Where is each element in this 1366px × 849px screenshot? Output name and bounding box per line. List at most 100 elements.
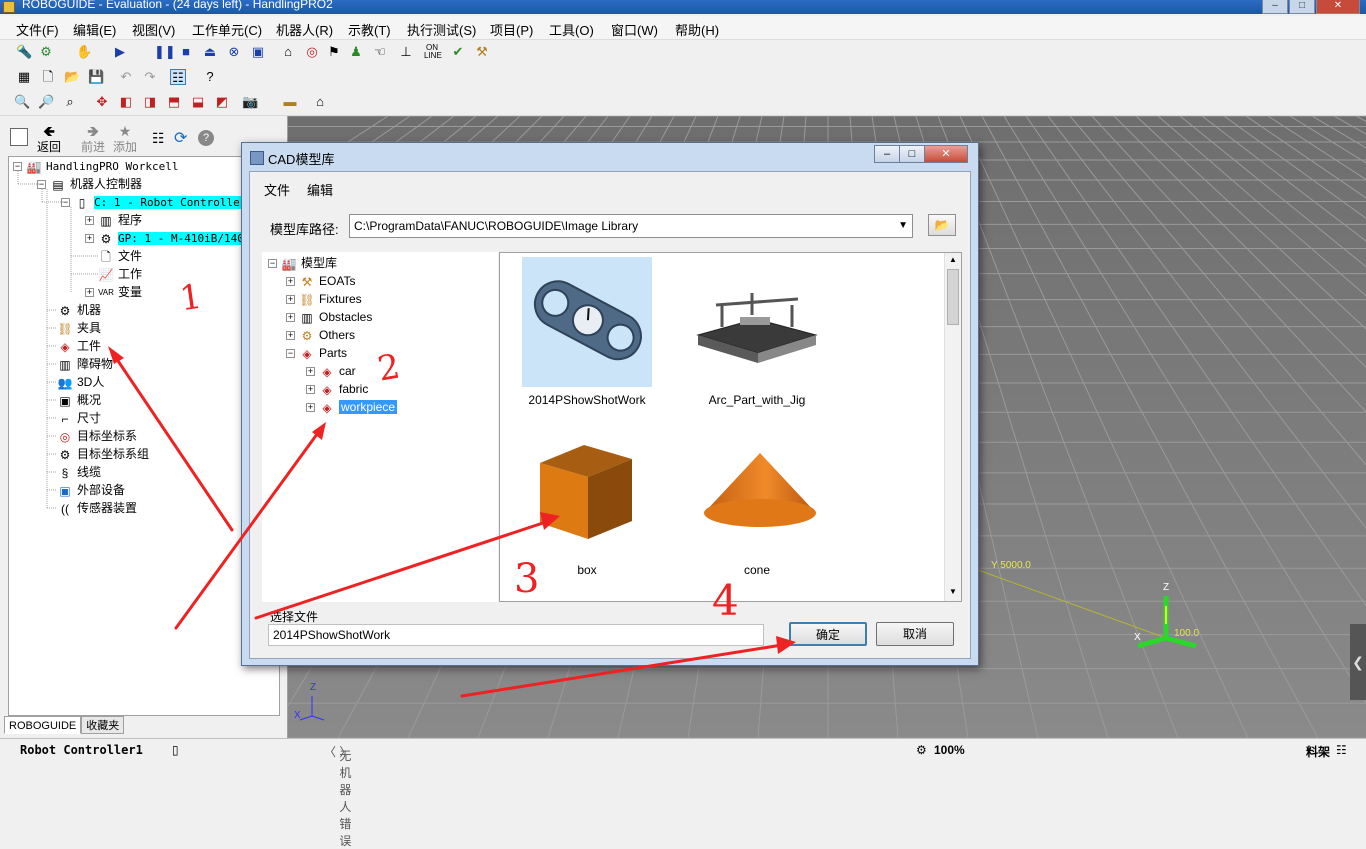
gallery-item-shot-work[interactable]: [522, 257, 652, 387]
tree-toggle-icon[interactable]: ☷: [170, 69, 186, 85]
record-icon[interactable]: ▣: [250, 44, 266, 60]
tree-part[interactable]: ◈ 工件: [57, 337, 101, 355]
person-icon[interactable]: ♟: [348, 44, 364, 60]
add-button[interactable]: ★ 添加: [110, 124, 140, 155]
workcell-icon[interactable]: ⌂: [280, 44, 296, 60]
lib-parts[interactable]: − ◈ Parts: [286, 344, 347, 362]
menu-file[interactable]: 文件(F): [16, 20, 59, 39]
tree-root[interactable]: − 🏭 HandlingPRO Workcell: [13, 157, 178, 175]
gallery-item-cone[interactable]: [692, 429, 822, 559]
tree-dimension[interactable]: ⌐ 尺寸: [57, 409, 101, 427]
tree-work[interactable]: 📈 工作: [98, 265, 143, 283]
tree-icon[interactable]: ☷: [152, 130, 165, 147]
dialog-close-button[interactable]: ✕: [924, 145, 968, 163]
mouse-icon[interactable]: ⌂: [312, 94, 328, 110]
play-icon[interactable]: ▶: [112, 44, 128, 60]
scroll-down-icon[interactable]: ▼: [949, 587, 957, 596]
tree-controller[interactable]: − ▯ C: 1 - Robot Controller1: [61, 193, 253, 211]
view-iso2-icon[interactable]: ◩: [214, 94, 230, 110]
lib-others[interactable]: + ⚙ Others: [286, 326, 355, 344]
new-file-icon[interactable]: 🗋: [40, 69, 56, 85]
menu-tools[interactable]: 工具(O): [549, 20, 594, 39]
tree-external-device[interactable]: ▣ 外部设备: [57, 481, 125, 499]
lib-eoats[interactable]: + ⚒ EOATs: [286, 272, 355, 290]
gallery-item-arc-part[interactable]: [692, 257, 822, 387]
zoom-out-icon[interactable]: 🔎: [38, 94, 54, 110]
camera-icon[interactable]: 📷: [242, 94, 258, 110]
dialog-minimize-button[interactable]: –: [874, 145, 900, 163]
help-circle-icon[interactable]: ?: [198, 130, 214, 146]
tab-roboguide[interactable]: ROBOGUIDE: [4, 716, 82, 734]
maximize-button[interactable]: □: [1289, 0, 1315, 14]
gesture-icon[interactable]: ☜: [372, 44, 388, 60]
undo-icon[interactable]: ↶: [118, 69, 134, 85]
tree-sensor[interactable]: ((传感器装置: [57, 499, 137, 517]
tree-target-frame-group[interactable]: ⚙ 目标坐标系组: [57, 445, 149, 463]
zoom-window-icon[interactable]: ⌕: [62, 94, 78, 110]
tree-human[interactable]: 👥 3D人: [57, 373, 105, 391]
measure-icon[interactable]: ⊥: [398, 44, 414, 60]
layout-icon[interactable]: [10, 128, 28, 146]
hand-icon[interactable]: ✋: [76, 44, 92, 60]
select-file-input[interactable]: 2014PShowShotWork: [268, 624, 764, 646]
menu-robot[interactable]: 机器人(R): [276, 20, 333, 39]
save-icon[interactable]: 💾: [88, 69, 104, 85]
pause-icon[interactable]: ❚❚: [154, 44, 176, 60]
eject-icon[interactable]: ⏏: [202, 44, 218, 60]
cancel-button[interactable]: 取消: [876, 622, 954, 646]
view-top-icon[interactable]: ⬒: [166, 94, 182, 110]
robot-icon[interactable]: ⚙: [38, 44, 54, 60]
dialog-menu-edit[interactable]: 编辑: [307, 180, 333, 199]
chevron-down-icon[interactable]: ▼: [898, 215, 908, 237]
close-button[interactable]: ✕: [1316, 0, 1360, 14]
stop-icon[interactable]: ■: [178, 44, 194, 60]
tree-overview[interactable]: ▣ 概况: [57, 391, 101, 409]
target-icon[interactable]: ◎: [304, 44, 320, 60]
lib-fixtures[interactable]: + ⛓ Fixtures: [286, 290, 362, 308]
lib-workpiece[interactable]: + ◈ workpiece: [306, 398, 398, 416]
library-path-combo[interactable]: C:\ProgramData\FANUC\ROBOGUIDE\Image Lib…: [349, 214, 913, 238]
grid-icon[interactable]: ▦: [16, 69, 32, 85]
move-icon[interactable]: ✥: [94, 94, 110, 110]
menu-teach[interactable]: 示教(T): [348, 20, 391, 39]
redo-icon[interactable]: ↷: [142, 69, 158, 85]
back-button[interactable]: 🡸 返回: [34, 124, 64, 155]
tool-icon[interactable]: ⚒: [474, 44, 490, 60]
zoom-in-icon[interactable]: 🔍: [14, 94, 30, 110]
forward-button[interactable]: 🡺 前进: [78, 124, 108, 155]
tree-file[interactable]: 🗋 文件: [98, 247, 142, 265]
refresh-icon[interactable]: ⟳: [174, 128, 187, 148]
menu-test-run[interactable]: 执行测试(S): [407, 20, 476, 39]
gallery-item-box[interactable]: [522, 429, 652, 559]
tree-gp[interactable]: + ⚙ GP: 1 - M-410iB/140H: [85, 229, 251, 247]
view-side-icon[interactable]: ◨: [142, 94, 158, 110]
ruler-icon[interactable]: ▬: [282, 94, 298, 110]
tree-machine[interactable]: ⚙ 机器: [57, 301, 101, 319]
browse-folder-button[interactable]: 📂: [928, 214, 956, 236]
minimize-button[interactable]: –: [1262, 0, 1288, 14]
dialog-menu-file[interactable]: 文件: [264, 180, 290, 199]
menu-edit[interactable]: 编辑(E): [73, 20, 116, 39]
online-icon[interactable]: ON LINE: [424, 44, 442, 60]
tree-obstacle[interactable]: ▥ 障碍物: [57, 355, 113, 373]
tree-target-frame[interactable]: ◎ 目标坐标系: [57, 427, 137, 445]
lib-car[interactable]: + ◈ car: [306, 362, 356, 380]
view-iso-icon[interactable]: ⬓: [190, 94, 206, 110]
view-front-icon[interactable]: ◧: [118, 94, 134, 110]
help-icon[interactable]: ?: [202, 69, 218, 85]
menu-window[interactable]: 窗口(W): [611, 20, 658, 39]
teach-pendant-icon[interactable]: 🔦: [16, 44, 32, 60]
tree-program[interactable]: + ▥ 程序: [85, 211, 142, 229]
tree-controller-group[interactable]: − ▤ 机器人控制器: [37, 175, 142, 193]
tree-cable[interactable]: § 线缆: [57, 463, 101, 481]
scroll-thumb[interactable]: [947, 269, 959, 325]
tree-variable[interactable]: + VAR 变量: [85, 283, 142, 301]
lib-root[interactable]: − 🏭 模型库: [268, 254, 337, 272]
menu-view[interactable]: 视图(V): [132, 20, 175, 39]
menu-help[interactable]: 帮助(H): [675, 20, 719, 39]
scroll-up-icon[interactable]: ▲: [949, 255, 957, 264]
menu-workcell[interactable]: 工作单元(C): [192, 20, 262, 39]
side-collapse-handle[interactable]: ❮: [1350, 624, 1366, 700]
menu-project[interactable]: 项目(P): [490, 20, 533, 39]
open-folder-icon[interactable]: 📂: [64, 69, 80, 85]
